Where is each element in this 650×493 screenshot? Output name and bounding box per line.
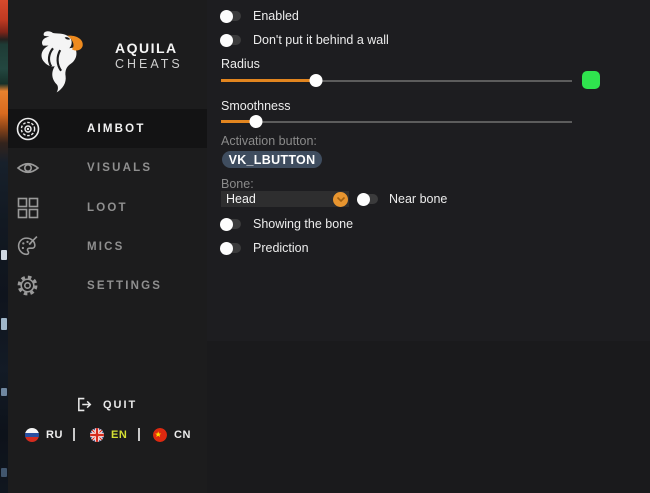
activation-button-label: Activation button: [221, 134, 317, 148]
sidebar-item-visuals[interactable]: VISUALS [8, 148, 207, 187]
toggle-label: Prediction [253, 241, 309, 255]
slider-knob[interactable] [249, 115, 263, 128]
slider-knob[interactable] [309, 74, 323, 87]
bone-label: Bone: [221, 177, 254, 191]
language-ru[interactable]: RU [25, 427, 63, 442]
sidebar-item-label: LOOT [87, 201, 128, 214]
gear-icon [14, 272, 41, 299]
sidebar-item-settings[interactable]: SETTINGS [8, 266, 207, 305]
language-code: CN [174, 428, 191, 441]
near-bone-toggle[interactable] [357, 192, 378, 206]
showing-bone-toggle[interactable] [220, 217, 241, 231]
aimbot-panel: Enabled Don't put it behind a wall Radiu… [207, 0, 650, 493]
background-speck [1, 250, 7, 260]
sidebar-item-mics[interactable]: MICS [8, 227, 207, 266]
palette-icon [14, 233, 41, 260]
near-bone-label: Near bone [389, 192, 448, 206]
sidebar: AQUILA CHEATS AIMBOT VISUALS LOOT MICS S… [8, 0, 207, 493]
grid-icon [14, 194, 41, 221]
eye-icon [14, 154, 41, 181]
sidebar-item-label: AIMBOT [87, 122, 146, 135]
sidebar-item-label: SETTINGS [87, 279, 163, 292]
enabled-toggle[interactable] [220, 9, 241, 23]
brand-subtitle: CHEATS [115, 57, 183, 71]
toggle-row-behind-wall: Don't put it behind a wall [220, 33, 389, 47]
sidebar-item-loot[interactable]: LOOT [8, 188, 207, 227]
toggle-label: Enabled [253, 9, 299, 23]
toggle-row-prediction: Prediction [220, 241, 309, 255]
bone-selected-value: Head [226, 192, 256, 206]
sidebar-item-label: MICS [87, 240, 125, 253]
activation-keybind-button[interactable]: VK_LBUTTON [222, 151, 322, 168]
flag-cn-icon [153, 427, 167, 442]
smoothness-label: Smoothness [221, 99, 291, 113]
background-speck [1, 388, 7, 396]
language-separator [138, 428, 140, 441]
flag-en-icon [90, 427, 104, 442]
bone-select[interactable]: Head [221, 191, 349, 207]
toggle-label: Showing the bone [253, 217, 354, 231]
chevron-down-icon[interactable] [333, 191, 348, 207]
logout-icon [75, 396, 92, 413]
game-background-strip [0, 0, 8, 493]
bone-row: Head Near bone [221, 191, 447, 207]
brand-name: AQUILA [115, 40, 178, 56]
background-speck [1, 318, 7, 330]
smoothness-slider[interactable] [221, 115, 572, 128]
flag-ru-icon [25, 427, 39, 442]
toggle-row-showing-bone: Showing the bone [220, 217, 354, 231]
toggle-label: Don't put it behind a wall [253, 33, 389, 47]
quit-label: QUIT [103, 398, 138, 411]
language-separator [73, 428, 75, 441]
activation-keybind-value: VK_LBUTTON [228, 152, 316, 167]
prediction-toggle[interactable] [220, 241, 241, 255]
eagle-logo [41, 31, 83, 93]
quit-button[interactable]: QUIT [75, 396, 137, 413]
radius-color-swatch[interactable] [582, 71, 600, 89]
radius-slider[interactable] [221, 74, 572, 87]
language-code: EN [111, 428, 128, 441]
radius-label: Radius [221, 57, 260, 71]
background-speck [1, 468, 7, 477]
sidebar-item-label: VISUALS [87, 161, 153, 174]
language-en[interactable]: EN [90, 427, 127, 442]
sidebar-item-aimbot[interactable]: AIMBOT [8, 109, 207, 148]
behind-wall-toggle[interactable] [220, 33, 241, 47]
language-cn[interactable]: CN [153, 427, 191, 442]
language-code: RU [46, 428, 63, 441]
target-icon [14, 115, 41, 142]
toggle-row-enabled: Enabled [220, 9, 299, 23]
